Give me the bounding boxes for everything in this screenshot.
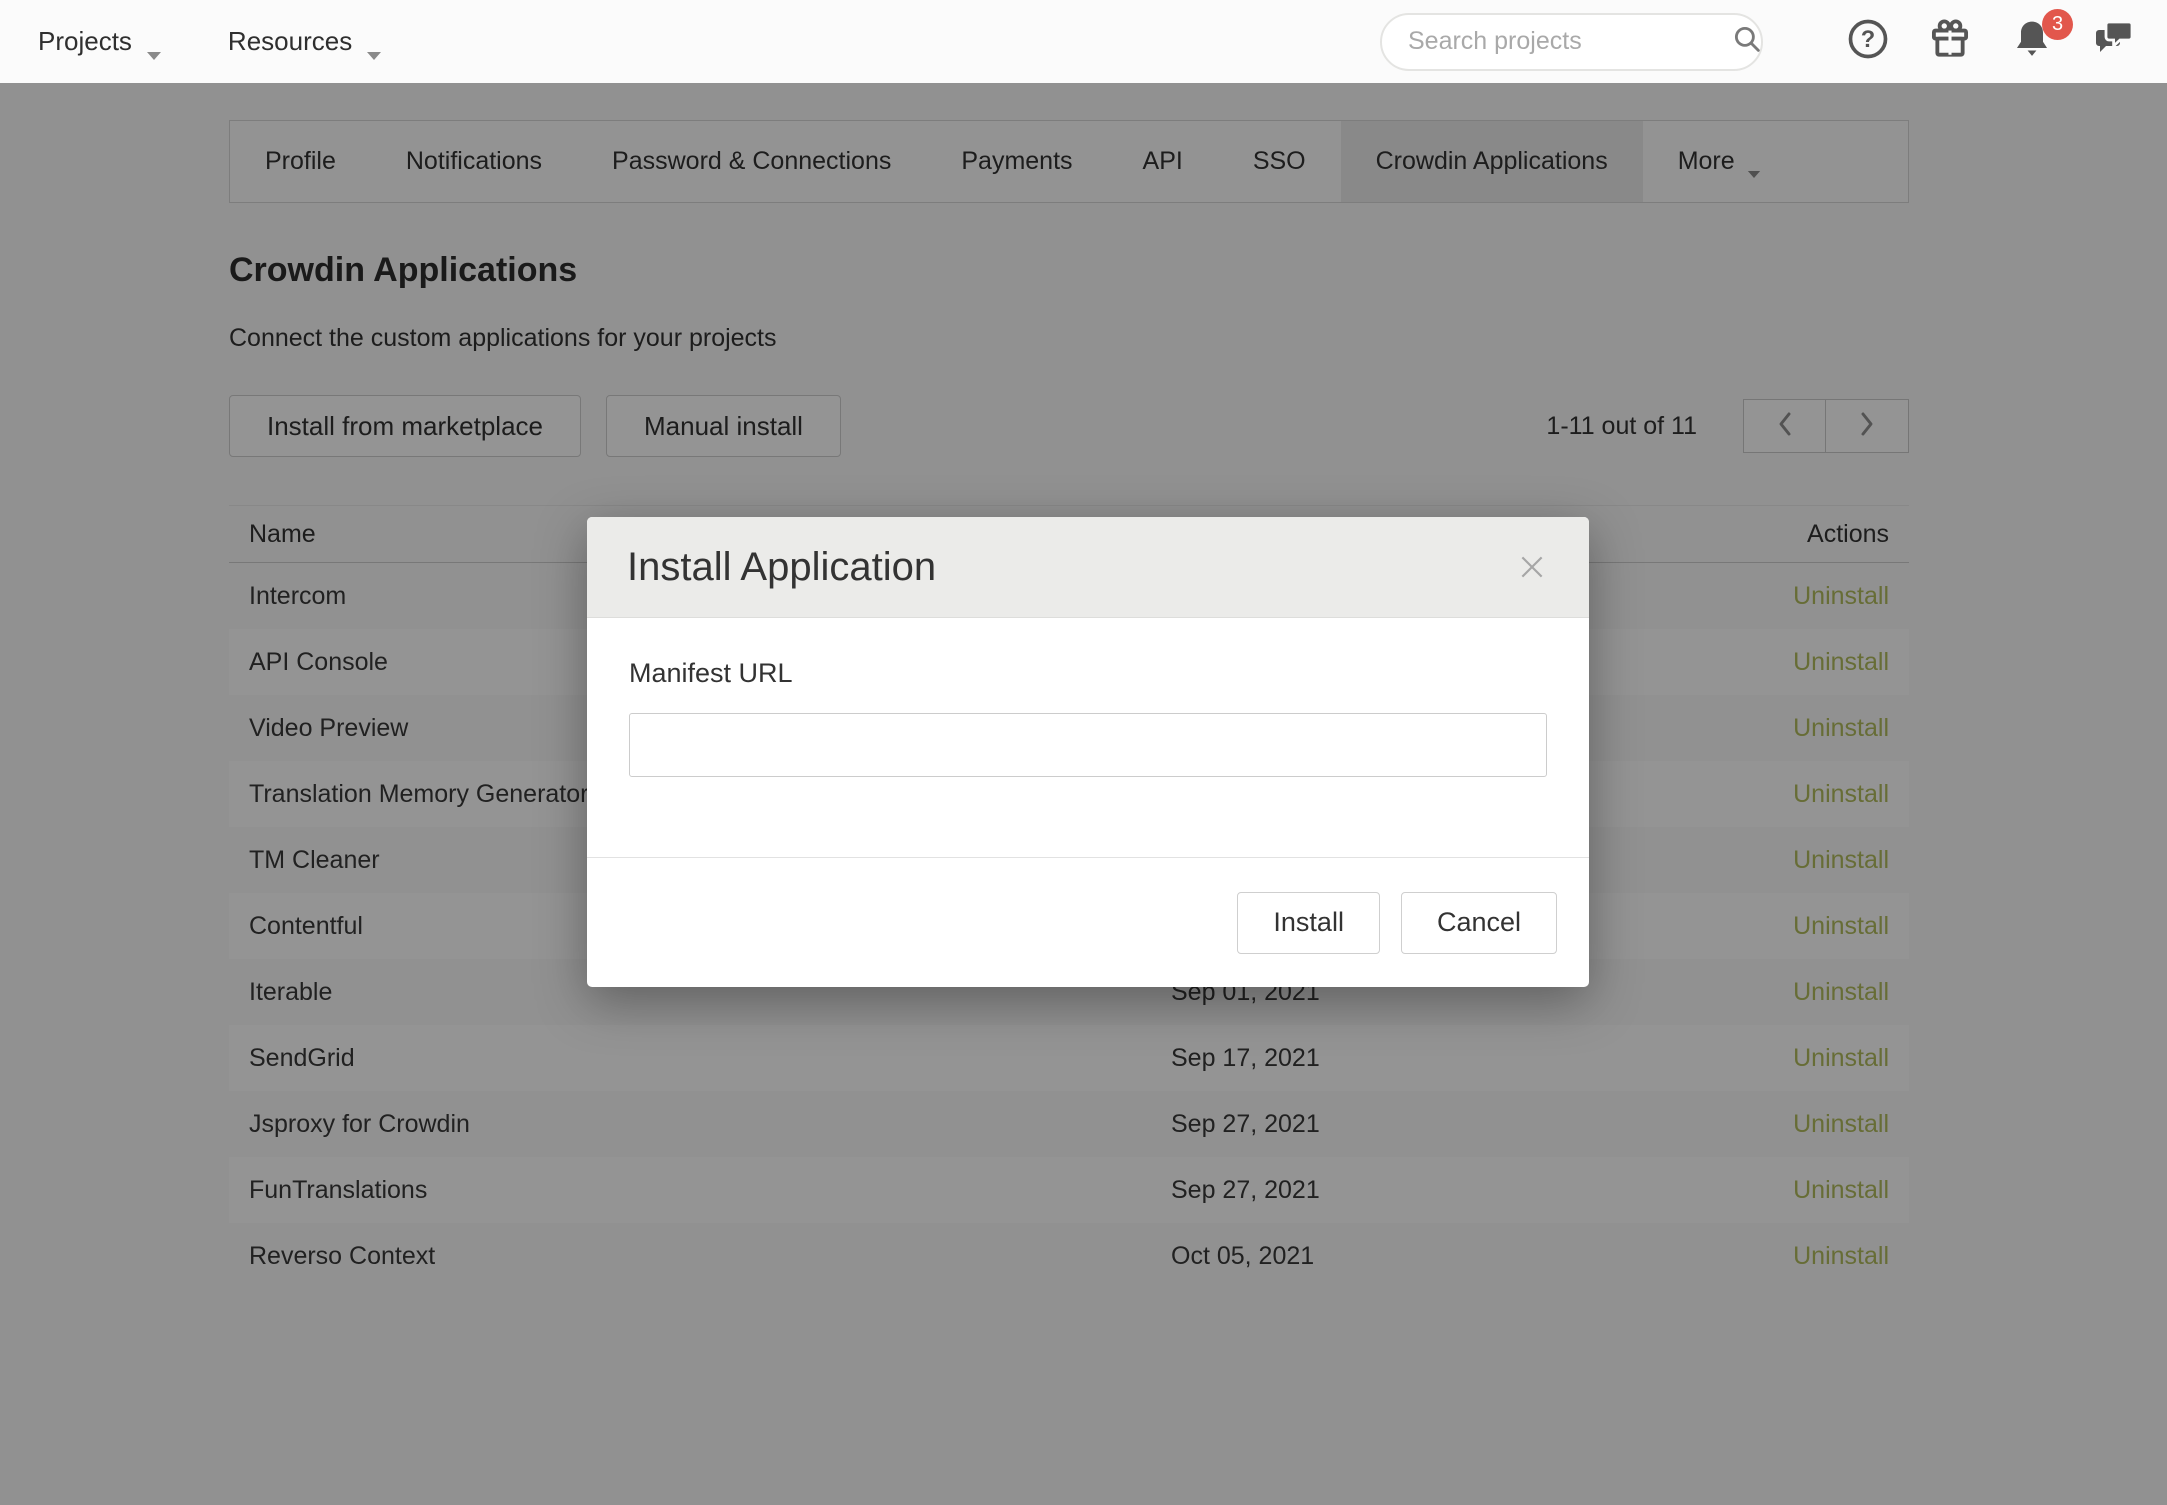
search-input[interactable]: [1408, 27, 1730, 56]
manifest-url-input[interactable]: [629, 713, 1547, 777]
search-box: [1380, 13, 1763, 71]
topbar-actions: ? 3: [1380, 13, 2139, 71]
help-icon: ?: [1847, 18, 1889, 65]
resources-menu[interactable]: Resources: [228, 26, 382, 57]
modal-title: Install Application: [627, 545, 936, 590]
resources-menu-label: Resources: [228, 26, 352, 57]
modal-body: Manifest URL: [587, 618, 1589, 857]
cancel-button[interactable]: Cancel: [1401, 892, 1557, 954]
notification-count-badge: 3: [2042, 9, 2073, 40]
search-icon[interactable]: [1730, 22, 1764, 61]
projects-menu[interactable]: Projects: [38, 26, 162, 57]
chevron-down-icon: [146, 37, 162, 47]
messages-button[interactable]: [2089, 17, 2139, 67]
gift-button[interactable]: [1925, 17, 1975, 67]
close-icon[interactable]: [1515, 550, 1549, 584]
install-button[interactable]: Install: [1237, 892, 1380, 954]
install-application-modal: Install Application Manifest URL Install…: [587, 517, 1589, 987]
modal-footer: Install Cancel: [587, 857, 1589, 987]
chat-icon: [2090, 15, 2138, 68]
manifest-url-label: Manifest URL: [629, 658, 1547, 689]
help-button[interactable]: ?: [1843, 17, 1893, 67]
projects-menu-label: Projects: [38, 26, 132, 57]
top-bar: Projects Resources ?: [0, 0, 2167, 83]
notifications-button[interactable]: 3: [2007, 17, 2057, 67]
gift-icon: [1927, 16, 1973, 67]
modal-header: Install Application: [587, 517, 1589, 618]
chevron-down-icon: [366, 37, 382, 47]
svg-text:?: ?: [1861, 27, 1875, 53]
